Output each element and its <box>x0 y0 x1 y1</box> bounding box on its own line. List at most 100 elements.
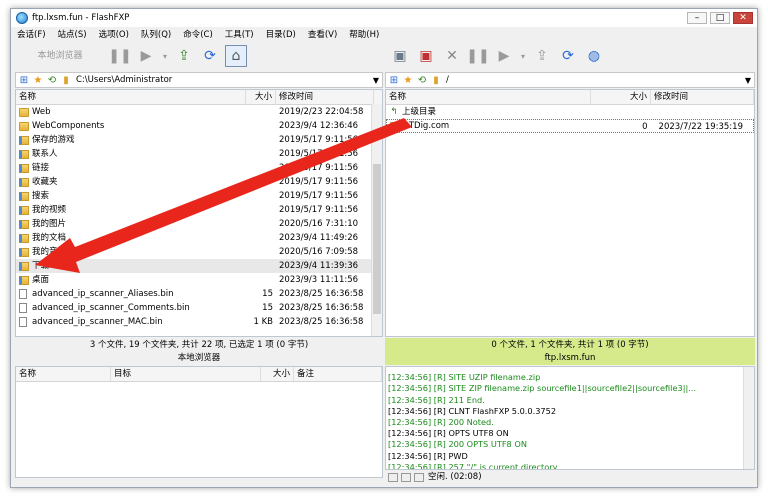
menu-view[interactable]: 查看(V) <box>302 27 343 41</box>
file-row[interactable]: 搜索 2019/5/17 9:11:56 <box>16 189 382 203</box>
menu-help[interactable]: 帮助(H) <box>343 27 385 41</box>
maximize-button[interactable]: □ <box>710 12 730 24</box>
file-row[interactable]: advanced_ip_scanner_Comments.bin 15 2023/8… <box>16 301 382 315</box>
disconnect-icon[interactable]: ▣ <box>415 45 437 67</box>
flashfxp-window: ftp.lxsm.fun - FlashFXP – □ ✕ 会话(F) 站点(S… <box>10 8 758 488</box>
file-row[interactable]: WebComponents 2023/9/4 12:36:46 <box>16 119 382 133</box>
file-name: 链接 <box>32 163 50 173</box>
file-name: 保存的游戏 <box>32 135 75 145</box>
pause-icon[interactable]: ❚❚ <box>466 45 489 67</box>
column-header-modified[interactable]: 修改时间 <box>651 90 754 104</box>
menu-sites[interactable]: 站点(S) <box>52 27 93 41</box>
file-icon <box>19 289 27 299</box>
menu-directory[interactable]: 目录(D) <box>260 27 302 41</box>
file-size: 15 <box>262 289 273 299</box>
drives-icon[interactable]: ⊞ <box>388 75 400 86</box>
refresh-icon[interactable]: ⟳ <box>199 45 221 67</box>
play-icon[interactable]: ▶ <box>493 45 515 67</box>
menu-commands[interactable]: 命令(C) <box>177 27 219 41</box>
transfer-icon[interactable]: ⇪ <box>531 45 553 67</box>
remote-path-input[interactable]: / <box>442 75 742 85</box>
menu-queue[interactable]: 队列(Q) <box>135 27 177 41</box>
file-size <box>246 231 276 245</box>
play-icon[interactable]: ▶ <box>135 45 157 67</box>
queue-header-size[interactable]: 大小 <box>261 367 294 381</box>
column-header-size[interactable]: 大小 <box>591 90 651 104</box>
file-row[interactable]: 下载 2023/9/4 11:39:36 <box>16 259 382 273</box>
file-name: 收藏夹 <box>32 177 58 187</box>
file-row[interactable]: advanced_ip_scanner_MAC.bin 1 KB 2023/8/25… <box>16 315 382 329</box>
file-name: 上级目录 <box>402 107 437 117</box>
file-row[interactable]: 我的文档 2023/9/4 11:49:26 <box>16 231 382 245</box>
file-row[interactable]: 链接 2019/5/17 9:11:56 <box>16 161 382 175</box>
log-line: [12:34:56] [R] OPTS UTF8 ON <box>388 428 509 439</box>
globe-icon[interactable]: ◍ <box>583 45 605 67</box>
remote-file-list: 名称 大小 修改时间 ↰ 上级目录 BTDig.com 0 2023/7/22 19:3… <box>385 89 755 337</box>
refresh-icon[interactable]: ⟳ <box>557 45 579 67</box>
favorites-star-icon[interactable]: ★ <box>32 75 44 86</box>
file-name: 下载 <box>32 261 50 271</box>
dropdown-icon[interactable]: ▾ <box>161 45 169 67</box>
file-name: 搜索 <box>32 191 50 201</box>
drives-icon[interactable]: ⊞ <box>18 75 30 86</box>
remote-site-label: ftp.lxsm.fun <box>385 352 755 365</box>
chevron-down-icon[interactable]: ▼ <box>370 76 382 85</box>
file-name: advanced_ip_scanner_Aliases.bin <box>32 289 174 299</box>
file-row[interactable]: 联系人 2019/5/17 9:11:56 <box>16 147 382 161</box>
column-header-modified[interactable]: 修改时间 <box>276 90 374 104</box>
home-icon[interactable]: ⌂ <box>225 45 247 67</box>
file-size <box>246 119 276 133</box>
scrollbar[interactable] <box>371 104 382 336</box>
connect-icon[interactable]: ▣ <box>389 45 411 67</box>
file-row[interactable]: BTDig.com 0 2023/7/22 19:35:19 <box>386 119 754 133</box>
column-header-name[interactable]: 名称 <box>386 90 591 104</box>
log-scrollbar[interactable] <box>743 367 754 469</box>
file-row[interactable]: 我的图片 2020/5/16 7:31:10 <box>16 217 382 231</box>
refresh-icon[interactable]: ⟲ <box>416 75 428 86</box>
abort-icon[interactable]: ✕ <box>441 45 463 67</box>
column-header-size[interactable]: 大小 <box>246 90 276 104</box>
queue-header-name[interactable]: 名称 <box>16 367 111 381</box>
folder-icon <box>19 149 29 159</box>
log-line: [12:34:56] [R] SITE UZIP filename.zip <box>388 372 541 383</box>
file-row[interactable]: 我的视频 2019/5/17 9:11:56 <box>16 203 382 217</box>
dropdown-icon[interactable]: ▾ <box>519 45 527 67</box>
local-path-input[interactable]: C:\Users\Administrator <box>72 75 370 85</box>
file-modified: 2019/5/17 9:11:56 <box>279 149 359 159</box>
favorites-star-icon[interactable]: ★ <box>402 75 414 86</box>
refresh-icon[interactable]: ⟲ <box>46 75 58 86</box>
queue-header-note[interactable]: 备注 <box>294 367 382 381</box>
file-modified: 2019/5/17 9:11:56 <box>279 191 359 201</box>
parent-directory-row[interactable]: ↰ 上级目录 <box>386 105 754 119</box>
menu-options[interactable]: 选项(O) <box>93 27 135 41</box>
file-row[interactable]: 我的音乐 2020/5/16 7:09:58 <box>16 245 382 259</box>
pause-icon[interactable]: ❚❚ <box>108 45 131 67</box>
chevron-down-icon[interactable]: ▼ <box>742 76 754 85</box>
folder-icon: ▮ <box>433 74 439 86</box>
file-size <box>246 133 276 147</box>
file-name: BTDig.com <box>403 121 450 131</box>
file-row[interactable]: 收藏夹 2019/5/17 9:11:56 <box>16 175 382 189</box>
queue-header-target[interactable]: 目标 <box>111 367 261 381</box>
transfer-icon[interactable]: ⇪ <box>173 45 195 67</box>
file-size <box>591 105 651 119</box>
file-size <box>246 245 276 259</box>
file-row[interactable]: 保存的游戏 2019/5/17 9:11:56 <box>16 133 382 147</box>
log-line: [12:34:56] [R] CLNT FlashFXP 5.0.0.3752 <box>388 405 557 416</box>
log-line: [12:34:56] [R] 200 OPTS UTF8 ON <box>388 439 527 450</box>
menu-session[interactable]: 会话(F) <box>11 27 52 41</box>
close-button[interactable]: ✕ <box>733 12 753 24</box>
file-row[interactable]: 桌面 2023/9/3 11:11:56 <box>16 273 382 287</box>
title-bar: ftp.lxsm.fun - FlashFXP – □ ✕ <box>11 9 757 27</box>
local-browser-button[interactable]: 本地浏览器 <box>15 45 105 67</box>
column-header-name[interactable]: 名称 <box>16 90 246 104</box>
file-row[interactable]: advanced_ip_scanner_Aliases.bin 15 2023/8/… <box>16 287 382 301</box>
status-bar: 空闲. (02:08) <box>385 471 755 483</box>
transfer-queue: 名称 目标 大小 备注 <box>15 366 383 478</box>
file-name: 联系人 <box>32 149 58 159</box>
file-row[interactable]: Web 2019/2/23 22:04:58 <box>16 105 382 119</box>
menu-tools[interactable]: 工具(T) <box>219 27 260 41</box>
status-icon <box>414 472 424 482</box>
minimize-button[interactable]: – <box>687 12 707 24</box>
file-size <box>246 147 276 161</box>
